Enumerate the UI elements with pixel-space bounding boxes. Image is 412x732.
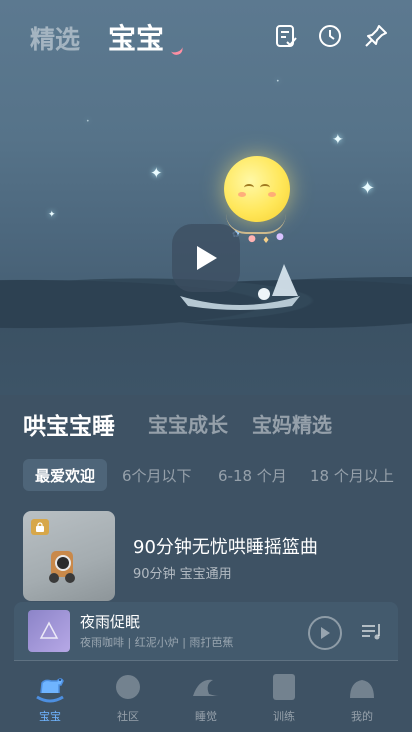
nav-label-profile: 我的 — [351, 710, 373, 723]
nav-profile[interactable]: 我的 — [327, 670, 397, 730]
star-icon: ✦ — [48, 210, 56, 220]
player-track-subtitle: 夜雨咖啡 | 红泥小炉 | 雨打芭蕉 — [80, 636, 234, 649]
profile-icon — [345, 670, 379, 704]
sleeping-moon-illustration — [224, 156, 290, 222]
nav-training[interactable]: 训练 — [249, 670, 319, 730]
checklist-icon[interactable] — [272, 22, 300, 50]
nav-sleep[interactable]: 睡觉 — [171, 670, 241, 730]
mobile-toy-icon: ♦ — [262, 236, 271, 246]
player-cover-art — [28, 610, 70, 652]
player-track-title: 夜雨促眠 — [80, 613, 141, 631]
nav-community[interactable]: 社区 — [93, 670, 163, 730]
age-filter-over-18m[interactable]: 18 个月以上 — [310, 459, 394, 491]
planet-icon — [111, 670, 145, 704]
pin-icon[interactable] — [362, 22, 390, 50]
play-icon — [197, 246, 217, 270]
mini-player[interactable]: 夜雨促眠 夜雨咖啡 | 红泥小炉 | 雨打芭蕉 — [14, 602, 398, 661]
mobile-toy-icon: ● — [276, 232, 284, 242]
nav-baby[interactable]: 宝宝 — [15, 670, 85, 730]
item-subtitle: 90分钟 宝宝通用 — [133, 567, 232, 582]
age-filter-popular[interactable]: 最爱欢迎 — [23, 459, 108, 491]
category-tab-growth[interactable]: 宝宝成长 — [148, 409, 228, 438]
star-icon: ✦ — [150, 164, 163, 182]
active-tab-indicator — [167, 38, 185, 57]
star-icon: • — [276, 78, 280, 85]
age-filter-under-6m[interactable]: 6个月以下 — [122, 459, 192, 491]
mobile-toy-icon: ● — [248, 234, 256, 244]
item-thumbnail — [23, 511, 115, 601]
notebook-icon — [267, 670, 301, 704]
moon-icon — [189, 670, 223, 704]
star-icon: • — [86, 118, 90, 125]
item-title: 90分钟无忧哄睡摇篮曲 — [133, 537, 318, 558]
playlist-icon[interactable] — [360, 620, 384, 644]
tab-baby[interactable]: 宝宝 — [108, 17, 164, 57]
nav-label-training: 训练 — [273, 710, 295, 723]
player-play-button[interactable] — [308, 616, 342, 650]
play-icon — [321, 627, 330, 639]
age-filter-6-18m[interactable]: 6-18 个月 — [218, 459, 287, 491]
hero-play-button[interactable] — [172, 224, 240, 292]
nav-label-community: 社区 — [117, 710, 139, 723]
nav-label-baby: 宝宝 — [39, 710, 61, 723]
star-icon: ✦ — [360, 178, 376, 199]
top-bar: 精选 宝宝 — [0, 0, 412, 76]
bottom-nav: 宝宝 社区 睡觉 训练 我的 — [0, 664, 412, 732]
rocking-horse-icon — [33, 670, 67, 704]
nav-label-sleep: 睡觉 — [195, 710, 217, 723]
tab-featured[interactable]: 精选 — [30, 20, 80, 56]
list-item[interactable]: 90分钟无忧哄睡摇篮曲 90分钟 宝宝通用 — [23, 511, 403, 601]
category-tab-sleep[interactable]: 哄宝宝睡 — [23, 407, 115, 441]
lock-icon — [31, 519, 49, 535]
star-icon: ✦ — [332, 132, 344, 148]
history-clock-icon[interactable] — [316, 22, 344, 50]
category-tab-mom-picks[interactable]: 宝妈精选 — [252, 409, 332, 438]
